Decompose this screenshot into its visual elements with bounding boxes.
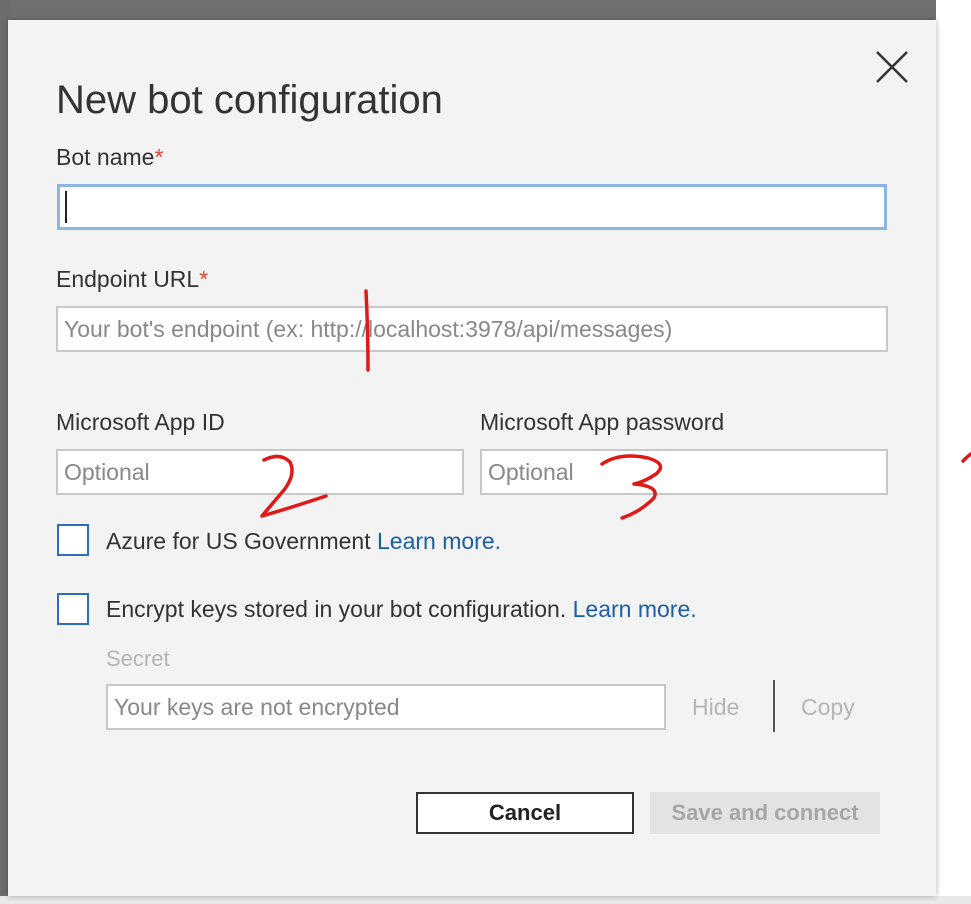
text-caret — [65, 191, 67, 223]
azure-gov-checkbox[interactable] — [57, 524, 89, 556]
secret-placeholder: Your keys are not encrypted — [114, 693, 400, 720]
encrypt-keys-label-row: Encrypt keys stored in your bot configur… — [106, 596, 697, 623]
encrypt-keys-label: Encrypt keys stored in your bot configur… — [106, 596, 567, 622]
app-password-label: Microsoft App password — [480, 409, 725, 435]
close-icon[interactable] — [874, 49, 910, 85]
button-divider — [773, 680, 775, 732]
endpoint-url-label: Endpoint URL* — [56, 266, 208, 293]
azure-gov-label: Azure for US Government — [106, 528, 371, 554]
bot-name-input[interactable] — [57, 184, 887, 230]
copy-secret-button[interactable]: Copy — [801, 694, 855, 721]
bot-name-label: Bot name* — [56, 144, 163, 171]
background-right-edge — [936, 0, 971, 904]
endpoint-url-placeholder: Your bot's endpoint (ex: http://localhos… — [64, 315, 673, 342]
app-id-input[interactable]: Optional — [56, 449, 464, 495]
new-bot-configuration-dialog: New bot configuration Bot name* Endpoint… — [8, 20, 936, 896]
secret-input: Your keys are not encrypted — [106, 684, 666, 730]
secret-label: Secret — [106, 646, 170, 671]
app-id-placeholder: Optional — [64, 458, 150, 485]
app-id-label: Microsoft App ID — [56, 409, 225, 435]
endpoint-url-label-text: Endpoint URL — [56, 266, 200, 292]
bot-name-label-text: Bot name — [56, 144, 155, 170]
app-password-input[interactable]: Optional — [480, 449, 888, 495]
app-password-placeholder: Optional — [488, 458, 574, 485]
required-marker: * — [199, 266, 209, 292]
azure-gov-label-row: Azure for US Government Learn more. — [106, 528, 501, 555]
hide-secret-button[interactable]: Hide — [692, 694, 739, 721]
background-bottom-edge — [0, 896, 971, 904]
cancel-button[interactable]: Cancel — [416, 792, 634, 834]
encrypt-keys-learn-more-link[interactable]: Learn more. — [573, 596, 697, 622]
endpoint-url-input[interactable]: Your bot's endpoint (ex: http://localhos… — [56, 306, 888, 352]
encrypt-keys-checkbox[interactable] — [57, 593, 89, 625]
required-marker: * — [154, 144, 164, 170]
save-and-connect-button[interactable]: Save and connect — [650, 792, 880, 834]
azure-gov-learn-more-link[interactable]: Learn more. — [377, 528, 501, 554]
dialog-title: New bot configuration — [56, 78, 443, 122]
